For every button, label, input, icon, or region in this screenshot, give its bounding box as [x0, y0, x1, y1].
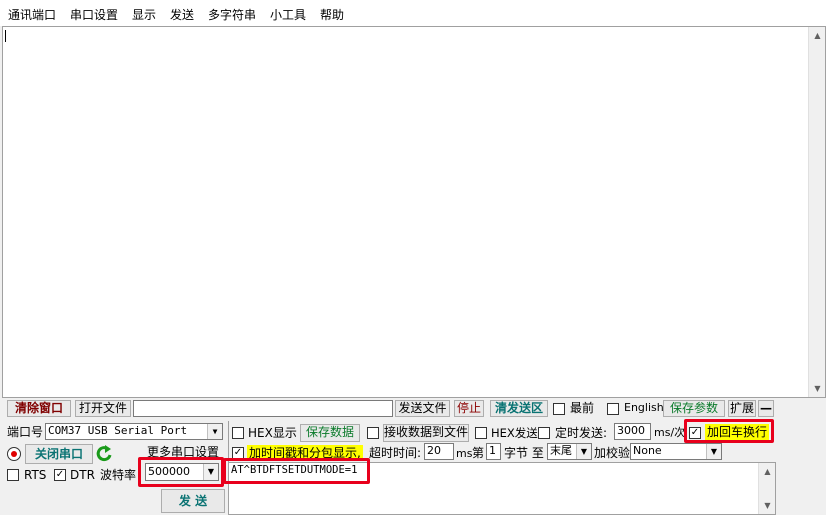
menu-send[interactable]: 发送 [170, 6, 194, 23]
send-scrollbar[interactable]: ▲ ▼ [758, 463, 775, 514]
expand-button[interactable]: 扩展 [728, 400, 756, 417]
topmost-checkbox[interactable] [553, 403, 565, 415]
send-file-button[interactable]: 发送文件 [395, 400, 450, 417]
english-label: English [624, 401, 664, 414]
file-path-input[interactable] [133, 400, 393, 417]
menu-bar: 通讯端口 串口设置 显示 发送 多字符串 小工具 帮助 [0, 0, 826, 26]
chevron-down-icon[interactable]: ▼ [207, 424, 222, 439]
chevron-down-icon[interactable]: ▼ [706, 444, 721, 459]
topmost-label: 最前 [570, 401, 595, 415]
stop-button[interactable]: 停止 [454, 400, 484, 417]
open-file-button[interactable]: 打开文件 [75, 400, 131, 417]
scroll-up-icon[interactable]: ▲ [759, 463, 776, 480]
checksum-select[interactable]: None ▼ [630, 443, 722, 460]
port-status-icon [7, 447, 21, 461]
save-data-button[interactable]: 保存数据 [300, 424, 360, 442]
checksum-value: None [633, 444, 662, 457]
menu-multi-string[interactable]: 多字符串 [208, 6, 256, 23]
close-port-button[interactable]: 关闭串口 [25, 444, 93, 464]
chevron-down-icon[interactable]: ▼ [576, 444, 591, 459]
hex-display-label: HEX显示 [248, 426, 297, 440]
hex-send-label: HEX发送 [491, 426, 538, 440]
port-value: COM37 USB Serial Port [48, 424, 188, 437]
timed-send-checkbox[interactable] [538, 427, 550, 439]
menu-comm-port[interactable]: 通讯端口 [8, 6, 56, 23]
text-cursor [5, 30, 6, 42]
baud-label: 波特率 [100, 468, 137, 482]
hex-send-checkbox[interactable] [475, 427, 487, 439]
rts-label: RTS [24, 468, 47, 482]
clear-send-button[interactable]: 清发送区 [490, 400, 548, 417]
menu-tools[interactable]: 小工具 [270, 6, 306, 23]
refresh-icon[interactable] [95, 444, 113, 464]
menu-serial-settings[interactable]: 串口设置 [70, 6, 118, 23]
collapse-button[interactable]: — [758, 400, 774, 417]
recv-to-file-button[interactable]: 接收数据到文件 [383, 424, 469, 442]
checksum-label: 加校验 [594, 446, 631, 460]
timed-send-label: 定时发送: [555, 426, 608, 440]
port-select[interactable]: COM37 USB Serial Port ▼ [45, 423, 223, 440]
scroll-up-icon[interactable]: ▲ [809, 27, 826, 44]
receive-area[interactable]: ▲ ▼ [2, 26, 826, 398]
port-label: 端口号 [7, 425, 44, 439]
menu-display[interactable]: 显示 [132, 6, 156, 23]
byte-prefix: 第 [472, 446, 485, 460]
recv-to-file-checkbox[interactable] [367, 427, 379, 439]
timeout-unit: ms [456, 447, 473, 460]
scroll-down-icon[interactable]: ▼ [809, 380, 826, 397]
clear-window-button[interactable]: 清除窗口 [7, 400, 71, 417]
timeout-label: 超时时间: [369, 446, 422, 460]
send-button[interactable]: 发 送 [161, 489, 225, 513]
scroll-down-icon[interactable]: ▼ [759, 497, 776, 514]
menu-help[interactable]: 帮助 [320, 6, 344, 23]
interval-unit: ms/次 [654, 426, 686, 439]
byte-mid: 字节 至 [504, 446, 544, 460]
byte-index-input[interactable]: 1 [486, 443, 501, 460]
interval-input[interactable]: 3000 [614, 423, 651, 440]
hex-display-checkbox[interactable] [232, 427, 244, 439]
annotation-box-send-text [223, 458, 370, 484]
dtr-label: DTR [70, 468, 95, 482]
english-checkbox[interactable] [607, 403, 619, 415]
annotation-box-baud [138, 457, 224, 487]
dtr-checkbox[interactable]: ✓ [54, 469, 66, 481]
receive-scrollbar[interactable]: ▲ ▼ [808, 27, 825, 397]
byte-end-value: 末尾 [550, 444, 572, 457]
annotation-box-crlf [684, 419, 774, 443]
byte-end-select[interactable]: 末尾 ▼ [547, 443, 592, 460]
save-params-button[interactable]: 保存参数 [663, 400, 725, 417]
timeout-input[interactable]: 20 [424, 443, 454, 460]
rts-checkbox[interactable] [7, 469, 19, 481]
